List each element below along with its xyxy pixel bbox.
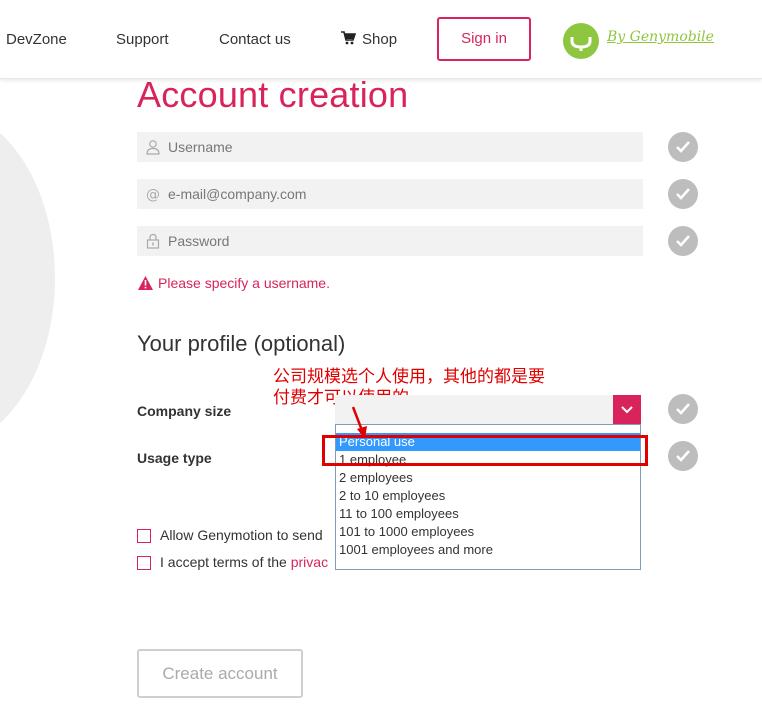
decorative-background-shape <box>0 78 60 478</box>
usage-type-check-icon <box>668 441 698 471</box>
at-sign-icon: @ <box>146 187 160 202</box>
warning-icon <box>138 276 153 290</box>
password-input[interactable] <box>168 226 628 256</box>
dropdown-toggle[interactable] <box>613 395 641 425</box>
error-message: Please specify a username. <box>158 275 330 291</box>
username-input[interactable] <box>168 132 628 162</box>
username-check-icon <box>668 132 698 162</box>
allow-marketing-checkbox[interactable] <box>137 529 151 543</box>
nav-link-shop[interactable]: Shop <box>362 31 397 48</box>
top-navigation-bar: DevZone Support Contact us Shop Sign in … <box>0 0 762 79</box>
svg-text:@: @ <box>146 187 160 202</box>
option-2-to-10[interactable]: 2 to 10 employees <box>336 487 640 505</box>
username-field[interactable] <box>137 132 643 162</box>
user-icon <box>146 140 160 155</box>
profile-section-title: Your profile (optional) <box>137 331 346 356</box>
chevron-down-icon <box>621 406 633 414</box>
option-101-to-1000[interactable]: 101 to 1000 employees <box>336 523 640 541</box>
company-size-check-icon <box>668 394 698 424</box>
privacy-link[interactable]: privac <box>291 554 328 570</box>
accept-terms-label: I accept terms of the privac <box>160 554 328 570</box>
nav-link-devzone[interactable]: DevZone <box>6 31 67 48</box>
decorative-circle <box>0 108 55 448</box>
accept-terms-text: I accept terms of the <box>160 554 291 570</box>
email-field[interactable]: @ <box>137 179 643 209</box>
nav-link-support[interactable]: Support <box>116 31 169 48</box>
company-size-select[interactable] <box>335 395 641 425</box>
password-field[interactable] <box>137 226 643 256</box>
nav-link-contact[interactable]: Contact us <box>219 31 291 48</box>
email-check-icon <box>668 179 698 209</box>
lock-icon <box>146 233 160 249</box>
cart-icon[interactable] <box>340 30 356 46</box>
annotation-line-1: 公司规模选个人使用，其他的都是要 <box>273 367 545 387</box>
username-error: Please specify a username. <box>137 275 330 291</box>
genymobile-logo-icon[interactable] <box>563 23 599 59</box>
usage-type-label: Usage type <box>137 450 212 466</box>
create-account-button[interactable]: Create account <box>137 649 303 698</box>
brand-link[interactable]: By Genymobile <box>607 29 714 45</box>
sign-in-button[interactable]: Sign in <box>437 17 531 61</box>
email-input[interactable] <box>168 179 628 209</box>
allow-marketing-label: Allow Genymotion to send <box>160 527 323 543</box>
option-2-employees[interactable]: 2 employees <box>336 469 640 487</box>
password-check-icon <box>668 226 698 256</box>
annotation-arrow-icon <box>351 406 367 439</box>
accept-terms-checkbox[interactable] <box>137 556 151 570</box>
option-1001-plus[interactable]: 1001 employees and more <box>336 541 640 559</box>
company-size-label: Company size <box>137 403 232 419</box>
page-title: Account creation <box>137 74 409 115</box>
option-11-to-100[interactable]: 11 to 100 employees <box>336 505 640 523</box>
